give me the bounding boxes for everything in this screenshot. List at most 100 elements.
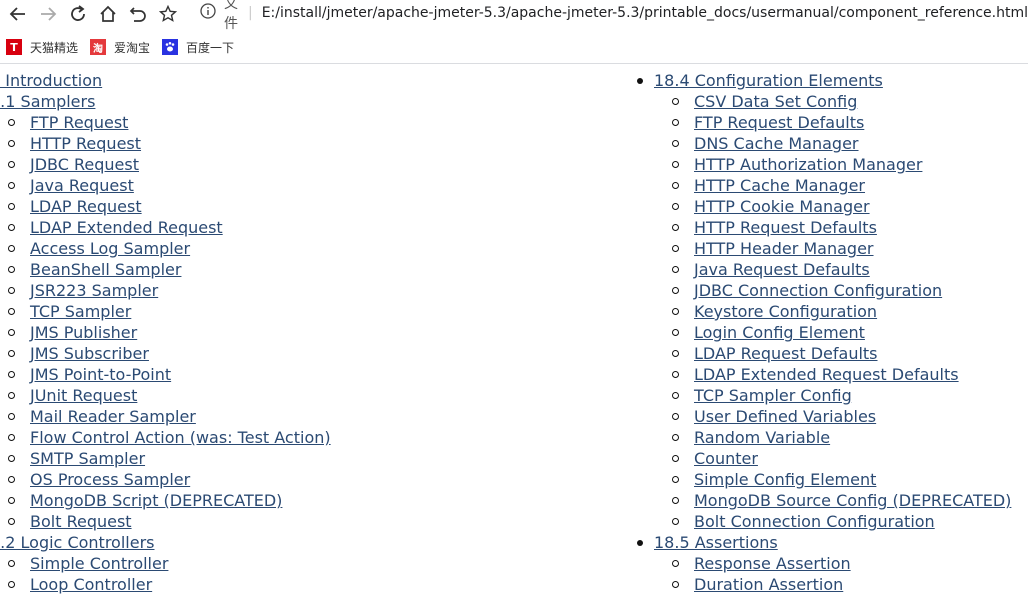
toc-item: Bolt Request (0, 511, 331, 532)
bullet-circle-icon (672, 392, 679, 399)
toc-item-link[interactable]: TCP Sampler (30, 302, 131, 321)
toc-section-link[interactable]: 18.5 Assertions (654, 533, 778, 552)
toc-item-link[interactable]: Flow Control Action (was: Test Action) (30, 428, 331, 447)
toc-item-link[interactable]: Random Variable (694, 428, 830, 447)
toc-item: SMTP Sampler (0, 448, 331, 469)
toc-item-link[interactable]: OS Process Sampler (30, 470, 190, 489)
toc-item: Mail Reader Sampler (0, 406, 331, 427)
toc-item: JSR223 Sampler (0, 280, 331, 301)
toc-item-link[interactable]: Response Assertion (694, 554, 851, 573)
toc-section-link[interactable]: 18.4 Configuration Elements (654, 71, 883, 90)
bullet-circle-icon (672, 476, 679, 483)
scheme-label: 文件 (224, 0, 238, 32)
toc-item-link[interactable]: Java Request (30, 176, 134, 195)
bookmark-aitaobao[interactable]: 淘 爱淘宝 (90, 39, 150, 56)
toc-item-link[interactable]: TCP Sampler Config (694, 386, 852, 405)
bullet-circle-icon (8, 308, 15, 315)
toc-item: BeanShell Sampler (0, 259, 331, 280)
toc-item: LDAP Request Defaults (654, 343, 1011, 364)
toc-item-link[interactable]: User Defined Variables (694, 407, 876, 426)
bookmark-tmall[interactable]: T 天猫精选 (6, 39, 78, 56)
toc-item: User Defined Variables (654, 406, 1011, 427)
address-separator: | (247, 5, 253, 21)
bullet-circle-icon (672, 560, 679, 567)
toc-item-link[interactable]: JUnit Request (30, 386, 137, 405)
toc-item-link[interactable]: Access Log Sampler (30, 239, 190, 258)
toc-item-link[interactable]: Counter (694, 449, 758, 468)
toc-item-link[interactable]: JMS Point-to-Point (30, 365, 171, 384)
toc-section-link[interactable]: 8.2 Logic Controllers (0, 533, 154, 552)
toc-item-link[interactable]: HTTP Header Manager (694, 239, 874, 258)
toc-item-link[interactable]: Simple Controller (30, 554, 168, 573)
address-bar[interactable]: 文件 | E:/install/jmeter/apache-jmeter-5.3… (192, 0, 1028, 32)
toc-section-link[interactable]: 8 Introduction (0, 71, 102, 90)
star-icon (159, 5, 177, 22)
toc-item-link[interactable]: Loop Controller (30, 575, 152, 594)
toc-item-link[interactable]: MongoDB Source Config (DEPRECATED) (694, 491, 1011, 510)
bookmarks-bar: T 天猫精选 淘 爱淘宝 百度一下 (0, 32, 1028, 62)
toc-item-link[interactable]: LDAP Request Defaults (694, 344, 878, 363)
bullet-circle-icon (672, 455, 679, 462)
bullet-circle-icon (8, 476, 15, 483)
toc-item-link[interactable]: JSR223 Sampler (30, 281, 158, 300)
bullet-circle-icon (8, 350, 15, 357)
back-button[interactable] (4, 0, 32, 28)
toc-item-link[interactable]: SMTP Sampler (30, 449, 145, 468)
toc-item-link[interactable]: CSV Data Set Config (694, 92, 857, 111)
toc-item-link[interactable]: HTTP Authorization Manager (694, 155, 922, 174)
toc-item-link[interactable]: JDBC Request (30, 155, 139, 174)
toc-item-link[interactable]: LDAP Extended Request (30, 218, 223, 237)
toc-item-link[interactable]: DNS Cache Manager (694, 134, 859, 153)
undo-close-tab-button[interactable] (124, 0, 152, 28)
toc-item: LDAP Extended Request (0, 217, 331, 238)
toc-item: Java Request Defaults (654, 259, 1011, 280)
toc-item-link[interactable]: BeanShell Sampler (30, 260, 181, 279)
toc-item-link[interactable]: Login Config Element (694, 323, 865, 342)
home-icon (100, 5, 116, 22)
toc-item: Simple Controller (0, 553, 331, 574)
toc-item-link[interactable]: Java Request Defaults (694, 260, 870, 279)
forward-button[interactable] (34, 0, 62, 28)
bookmark-baidu[interactable]: 百度一下 (162, 39, 234, 56)
toc-item-link[interactable]: HTTP Cookie Manager (694, 197, 870, 216)
url-text[interactable]: E:/install/jmeter/apache-jmeter-5.3/apac… (262, 5, 1028, 21)
reload-button[interactable] (64, 0, 92, 28)
toc-item: CSV Data Set Config (654, 91, 1011, 112)
bullet-circle-icon (672, 371, 679, 378)
toc-item-link[interactable]: FTP Request (30, 113, 128, 132)
toc-item-link[interactable]: LDAP Extended Request Defaults (694, 365, 959, 384)
toc-item-link[interactable]: FTP Request Defaults (694, 113, 864, 132)
toc-item-link[interactable]: Simple Config Element (694, 470, 876, 489)
toc-item-link[interactable]: Bolt Connection Configuration (694, 512, 935, 531)
toc-item-link[interactable]: HTTP Request Defaults (694, 218, 877, 237)
toc-section: 18.5 Assertions (637, 532, 1011, 553)
home-button[interactable] (94, 0, 122, 28)
bullet-circle-icon (672, 140, 679, 147)
toc-item: FTP Request (0, 112, 331, 133)
bullet-circle-icon (8, 140, 15, 147)
toc-item-link[interactable]: MongoDB Script (DEPRECATED) (30, 491, 282, 510)
undo-icon (129, 7, 146, 22)
toc-item: FTP Request Defaults (654, 112, 1011, 133)
bookmark-star-button[interactable] (154, 0, 182, 28)
bullet-circle-icon (672, 119, 679, 126)
info-icon[interactable] (200, 3, 216, 23)
toc-item-link[interactable]: LDAP Request (30, 197, 142, 216)
toc-item-link[interactable]: Mail Reader Sampler (30, 407, 196, 426)
toc-item: Flow Control Action (was: Test Action) (0, 427, 331, 448)
bookmark-label: 爱淘宝 (114, 40, 151, 55)
toc-item-link[interactable]: JDBC Connection Configuration (694, 281, 942, 300)
bullet-circle-icon (672, 161, 679, 168)
toc-item-link[interactable]: HTTP Request (30, 134, 141, 153)
toc-item: HTTP Authorization Manager (654, 154, 1011, 175)
toc-item-link[interactable]: JMS Publisher (30, 323, 137, 342)
toc-item: Response Assertion (654, 553, 1011, 574)
toc-section-link[interactable]: 8.1 Samplers (0, 92, 95, 111)
toc-item-link[interactable]: HTTP Cache Manager (694, 176, 865, 195)
bullet-circle-icon (8, 371, 15, 378)
toc-item-link[interactable]: JMS Subscriber (30, 344, 149, 363)
toc-item: Java Request (0, 175, 331, 196)
toc-item-link[interactable]: Bolt Request (30, 512, 132, 531)
toc-item-link[interactable]: Duration Assertion (694, 575, 843, 594)
toc-item-link[interactable]: Keystore Configuration (694, 302, 877, 321)
